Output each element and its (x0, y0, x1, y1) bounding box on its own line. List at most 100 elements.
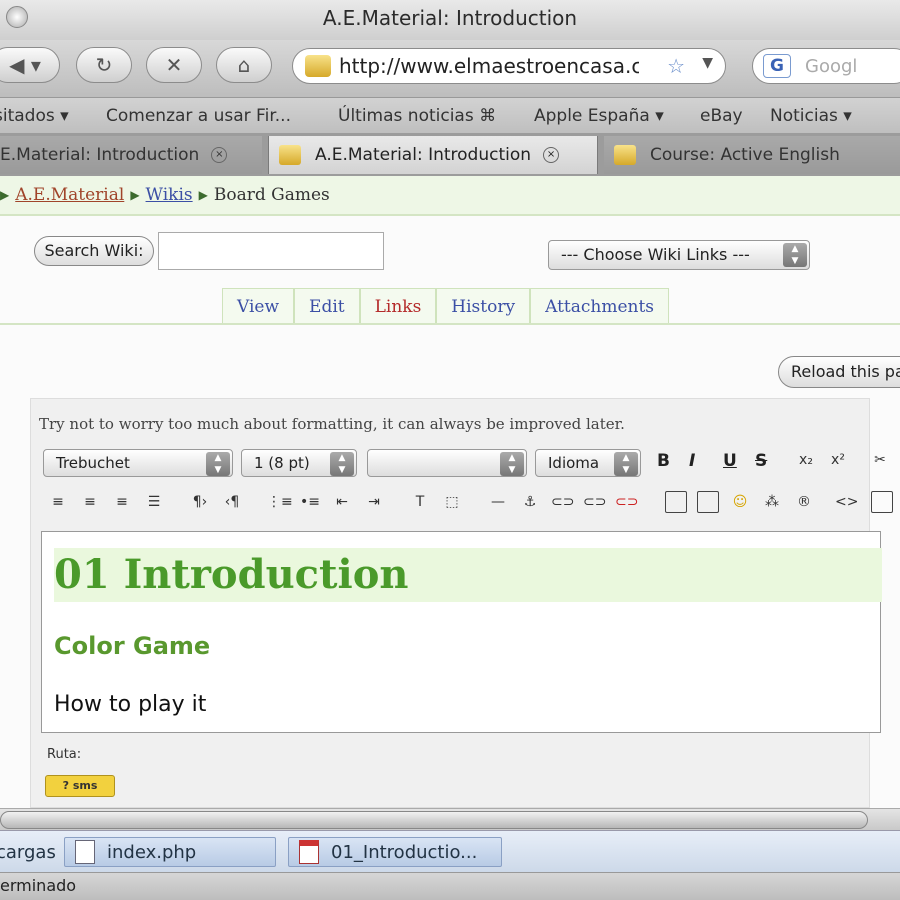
breadcrumb-root-link[interactable]: A.E.Material (15, 185, 124, 205)
heading-2: Color Game (54, 632, 211, 660)
back-button[interactable]: ◀ ▾ (0, 47, 60, 83)
navigation-toolbar: ◀ ▾ ↻ ✕ ⌂ http://www.elmaestroencasa.co … (0, 40, 900, 98)
editor-hint: Try not to worry too much about formatti… (39, 415, 625, 433)
tab-links[interactable]: Links (359, 288, 437, 324)
special-char-icon[interactable]: ⁂ (761, 491, 783, 513)
path-label: Ruta: (47, 747, 82, 762)
select-arrows-icon: ▲ ▼ (330, 452, 354, 476)
downloads-bar: cargas index.php 01_Introductio... (0, 830, 900, 872)
scrollbar-thumb[interactable] (0, 811, 868, 829)
reload-page-button[interactable]: Reload this pa (778, 356, 900, 388)
close-tab-icon[interactable]: × (211, 147, 228, 163)
bookmark-item[interactable]: Noticias ▾ (770, 106, 852, 126)
address-bar[interactable]: http://www.elmaestroencasa.co ☆ ▼ (292, 48, 726, 84)
wiki-links-select-value: --- Choose Wiki Links --- (561, 245, 750, 264)
close-tab-icon[interactable]: × (543, 147, 560, 163)
help-badge[interactable]: ? sms (45, 775, 115, 797)
tab-favicon-icon (614, 145, 636, 165)
search-wiki-button[interactable]: Search Wiki: (34, 236, 154, 266)
rtl-icon[interactable]: ‹¶ (221, 491, 243, 513)
heading-1: 01 Introduction (54, 548, 882, 602)
tab-introduction-1[interactable]: E.Material: Introduction × (0, 136, 262, 174)
bookmark-item[interactable]: Últimas noticias ⌘ (338, 106, 496, 126)
editor-toolbar-row-1: Trebuchet ▲ ▼ 1 (8 pt) ▲ ▼ ▲ ▼ Idioma ▲ ▼ B … (43, 447, 886, 477)
breadcrumb-current: Board Games (213, 185, 330, 205)
anchor-icon[interactable]: ⚓ (519, 491, 541, 513)
select-arrows-icon: ▲ ▼ (783, 243, 807, 267)
language-select[interactable]: Idioma ▲ ▼ (535, 449, 641, 477)
editor-toolbar-row-2: ≡ ≡ ≡ ☰ ¶› ‹¶ ⋮≡ •≡ ⇤ ⇥ T ⬚ — ⚓ ⊂⊃ ⊂⊃ ⊂⊃… (43, 489, 893, 519)
bookmarks-toolbar: sitados ▾ Comenzar a usar Fir... Últimas… (0, 98, 900, 134)
tabs-divider (0, 323, 900, 325)
ordered-list-icon[interactable]: ⋮≡ (267, 491, 293, 513)
align-right-icon[interactable]: ≡ (111, 491, 133, 513)
font-size-value: 1 (8 pt) (254, 454, 310, 472)
horizontal-rule-icon[interactable]: — (487, 491, 509, 513)
font-family-select[interactable]: Trebuchet ▲ ▼ (43, 449, 233, 477)
font-size-select[interactable]: 1 (8 pt) ▲ ▼ (241, 449, 357, 477)
tab-course-active-english[interactable]: Course: Active English (604, 136, 900, 174)
align-center-icon[interactable]: ≡ (79, 491, 101, 513)
wiki-search-input[interactable] (158, 232, 384, 270)
unlink-icon[interactable]: ⊂⊃ (583, 491, 606, 513)
reload-button[interactable]: ↻ (76, 47, 132, 83)
select-arrows-icon: ▲ ▼ (614, 452, 638, 476)
underline-button[interactable]: U (723, 451, 737, 471)
url-dropdown-icon[interactable]: ▼ (702, 55, 713, 71)
smiley-icon[interactable]: ☺ (729, 491, 751, 513)
tab-history[interactable]: History (436, 288, 531, 324)
nolink-icon[interactable]: ⊂⊃ (615, 491, 638, 513)
format-select[interactable]: ▲ ▼ (367, 449, 527, 477)
outdent-icon[interactable]: ⇤ (331, 491, 353, 513)
home-icon: ⌂ (237, 53, 251, 77)
wiki-links-select[interactable]: --- Choose Wiki Links --- ▲ ▼ (548, 240, 810, 270)
breadcrumb-wikis-link[interactable]: Wikis (146, 185, 193, 205)
tab-introduction-active[interactable]: A.E.Material: Introduction × (268, 136, 598, 174)
status-bar: erminado (0, 872, 900, 900)
ltr-icon[interactable]: ¶› (189, 491, 211, 513)
web-search-input[interactable]: G Googl (752, 48, 900, 84)
subscript-icon[interactable]: x₂ (795, 449, 817, 471)
table-icon[interactable] (697, 491, 719, 513)
tab-edit[interactable]: Edit (294, 288, 360, 324)
indent-icon[interactable]: ⇥ (363, 491, 385, 513)
bookmark-item[interactable]: sitados ▾ (0, 106, 69, 126)
image-icon[interactable] (665, 491, 687, 513)
bookmark-item[interactable]: eBay (700, 106, 743, 126)
link-icon[interactable]: ⊂⊃ (551, 491, 574, 513)
html-source-icon[interactable]: <> (835, 491, 858, 513)
home-button[interactable]: ⌂ (216, 47, 272, 83)
unordered-list-icon[interactable]: •≡ (299, 491, 321, 513)
breadcrumb: ▶ A.E.Material ▶ Wikis ▶ Board Games (0, 176, 900, 216)
align-left-icon[interactable]: ≡ (47, 491, 69, 513)
cut-icon[interactable]: ✂ (869, 449, 891, 471)
download-item[interactable]: 01_Introductio... (288, 837, 502, 867)
strikethrough-button[interactable]: S (755, 451, 767, 471)
stop-button[interactable]: ✕ (146, 47, 202, 83)
breadcrumb-arrow-icon: ▶ (0, 188, 10, 202)
bookmark-item[interactable]: Comenzar a usar Fir... (106, 106, 291, 126)
bookmark-item[interactable]: Apple España ▾ (534, 106, 664, 126)
back-arrow-icon: ◀ ▾ (9, 53, 41, 77)
tab-strip: E.Material: Introduction × A.E.Material:… (0, 134, 900, 176)
text-color-icon[interactable]: T (409, 491, 431, 513)
bookmark-star-icon[interactable]: ☆ (667, 54, 685, 78)
superscript-icon[interactable]: x² (827, 449, 849, 471)
find-replace-icon[interactable]: ® (793, 491, 815, 513)
language-value: Idioma (548, 454, 600, 472)
tab-attachments[interactable]: Attachments (530, 288, 670, 324)
download-item[interactable]: index.php (64, 837, 276, 867)
download-filename: 01_Introductio... (331, 841, 478, 863)
tab-label: E.Material: Introduction (0, 145, 200, 165)
bold-button[interactable]: B (657, 451, 670, 471)
background-color-icon[interactable]: ⬚ (441, 491, 463, 513)
reload-icon: ↻ (95, 53, 113, 77)
tab-view[interactable]: View (222, 288, 295, 324)
justify-icon[interactable]: ☰ (143, 491, 165, 513)
editor-content-area[interactable]: 01 Introduction Color Game How to play i… (41, 531, 882, 733)
title-bar: A.E.Material: Introduction (0, 0, 900, 40)
fullscreen-icon[interactable] (871, 491, 893, 513)
horizontal-scrollbar[interactable] (0, 808, 900, 830)
window-control-icon[interactable] (6, 6, 28, 28)
italic-button[interactable]: I (689, 451, 695, 471)
